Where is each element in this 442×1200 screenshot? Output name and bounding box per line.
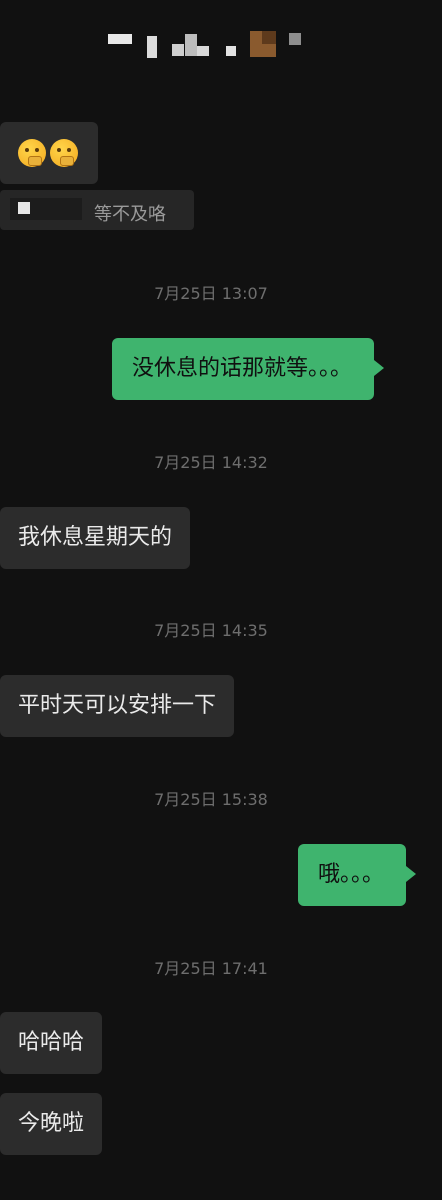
pixel-block [226, 46, 236, 56]
thinking-face-icon [50, 139, 78, 167]
thinking-face-icon [18, 139, 46, 167]
pixel-block [185, 34, 197, 56]
timestamp: 7月25日 14:35 [154, 621, 268, 640]
chat-title-obscured [0, 0, 442, 90]
quoted-message[interactable]: 等不及咯 [0, 190, 194, 230]
timestamp: 7月25日 13:07 [154, 284, 268, 303]
quote-thumbnail-obscured [10, 198, 82, 220]
incoming-message[interactable]: 平时天可以安排一下 [0, 675, 235, 737]
outgoing-message[interactable]: 没休息的话那就等。。。 [112, 338, 385, 400]
timestamp: 7月25日 15:38 [154, 790, 268, 809]
timestamp: 7月25日 17:41 [154, 959, 268, 978]
pixel-block [197, 46, 209, 56]
timestamp: 7月25日 14:32 [154, 453, 268, 472]
incoming-message[interactable]: 我休息星期天的 [0, 507, 191, 569]
pixel-block [262, 31, 276, 44]
pixel-block [289, 33, 301, 45]
quoted-text: 等不及咯 [94, 204, 166, 225]
incoming-emoji-message[interactable] [0, 122, 98, 184]
outgoing-message[interactable]: 哦。。。 [298, 844, 417, 906]
pixel-block [147, 36, 157, 58]
incoming-message[interactable]: 今晚啦 [0, 1093, 103, 1155]
incoming-message[interactable]: 哈哈哈 [0, 1012, 103, 1074]
pixel-block [172, 44, 184, 56]
pixel-block [108, 34, 132, 44]
